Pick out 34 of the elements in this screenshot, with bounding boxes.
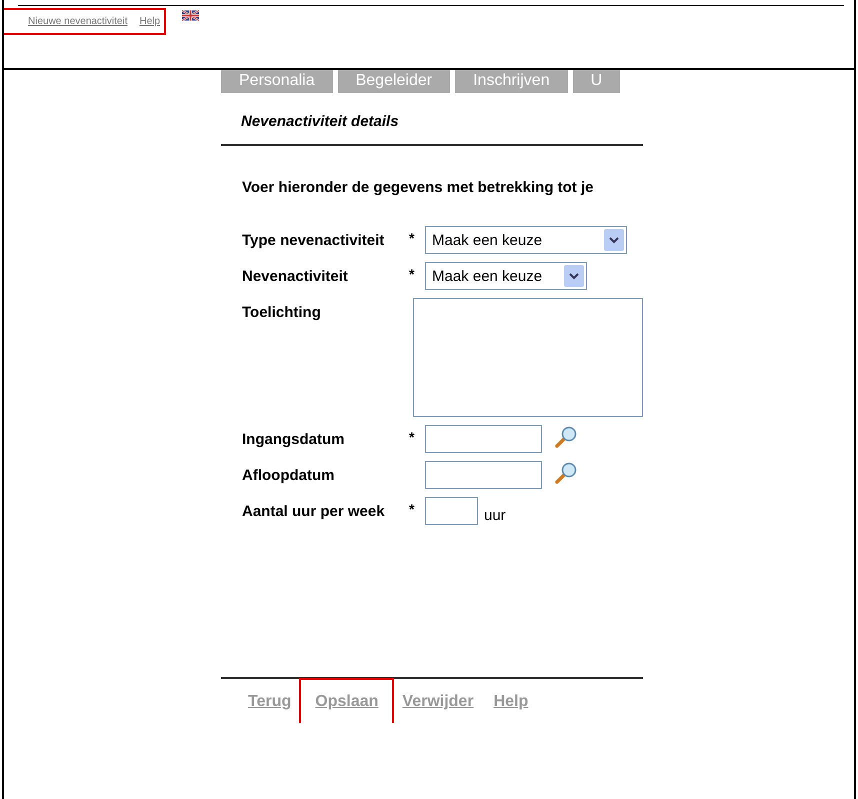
chevron-down-icon bbox=[564, 265, 584, 287]
footer-link[interactable]: Help bbox=[484, 693, 538, 711]
flag-icon[interactable] bbox=[182, 10, 200, 21]
date-field[interactable] bbox=[425, 461, 542, 489]
footer-link[interactable]: Opslaan bbox=[301, 680, 392, 723]
required-mark: * bbox=[409, 265, 416, 282]
tab[interactable]: Personalia bbox=[221, 70, 333, 93]
field-label: Aantal uur per week bbox=[242, 502, 386, 520]
field-label: Nevenactiviteit bbox=[242, 267, 349, 285]
field-label: Type nevenactiviteit bbox=[242, 231, 386, 249]
dropdown[interactable]: Maak een keuze bbox=[425, 262, 587, 290]
magnifier-icon[interactable] bbox=[554, 461, 578, 485]
date-field[interactable] bbox=[425, 425, 542, 453]
magnifier-icon[interactable] bbox=[554, 425, 578, 449]
unit-label: uur bbox=[484, 507, 506, 524]
footer-link[interactable]: Verwijder bbox=[392, 693, 484, 711]
field-label: Toelichting bbox=[242, 303, 322, 321]
header-link[interactable]: Help bbox=[140, 16, 160, 27]
section-title: Nevenactiviteit details bbox=[241, 113, 400, 130]
tab[interactable]: U bbox=[572, 70, 620, 93]
field-label: Ingangsdatum bbox=[242, 430, 346, 448]
header-link[interactable]: Nieuwe nevenactiviteit bbox=[28, 16, 128, 27]
tab[interactable]: Inschrijven bbox=[455, 70, 568, 93]
footer-link[interactable]: Terug bbox=[238, 693, 302, 711]
chevron-down-icon bbox=[604, 229, 624, 251]
required-mark: * bbox=[409, 229, 416, 246]
tab[interactable]: Begeleider bbox=[338, 70, 450, 93]
field-label: Afloopdatum bbox=[242, 466, 336, 484]
intro-text: Voer hieronder de gegevens met betrekking tot je bbox=[242, 179, 594, 196]
required-mark: * bbox=[409, 500, 416, 517]
text-area[interactable] bbox=[412, 298, 643, 417]
hours-field[interactable] bbox=[425, 497, 478, 525]
dropdown[interactable]: Maak een keuze bbox=[425, 226, 627, 254]
required-mark: * bbox=[409, 428, 416, 445]
